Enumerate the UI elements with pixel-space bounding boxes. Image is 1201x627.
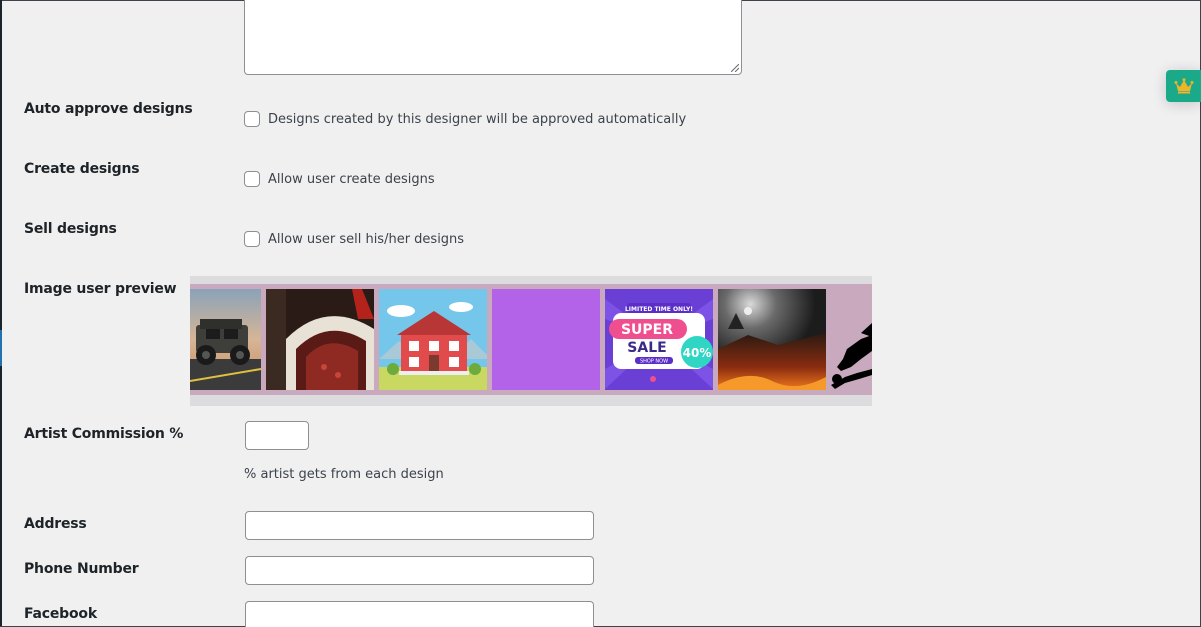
- super-sale-image[interactable]: LIMITED TIME ONLY! SUPER SALE 40% SHOP N…: [605, 289, 713, 390]
- jeep-image[interactable]: [190, 289, 261, 390]
- sale-cta-text: SHOP NOW: [640, 359, 668, 365]
- sale-top-text: LIMITED TIME ONLY!: [625, 306, 693, 313]
- create-designs-row[interactable]: Allow user create designs: [244, 171, 435, 187]
- artist-commission-help: % artist gets from each design: [244, 467, 444, 482]
- sale-line1-text: SUPER: [621, 322, 673, 338]
- sell-designs-checkbox[interactable]: [244, 231, 260, 247]
- phone-input[interactable]: [245, 556, 594, 585]
- scroll-indicator: [0, 330, 2, 366]
- facebook-label: Facebook: [24, 606, 97, 622]
- address-label: Address: [24, 516, 87, 532]
- artist-commission-label: Artist Commission %: [24, 426, 184, 442]
- premium-floating-tab[interactable]: [1166, 70, 1201, 102]
- facebook-input[interactable]: [245, 601, 594, 627]
- purple-swatch[interactable]: [492, 289, 600, 390]
- resize-handle-icon[interactable]: [731, 64, 739, 72]
- artist-commission-input[interactable]: [245, 421, 309, 450]
- bio-textarea[interactable]: [244, 0, 742, 75]
- sell-designs-label: Sell designs: [24, 221, 117, 237]
- address-input[interactable]: [245, 511, 594, 540]
- image-preview-gallery[interactable]: LIMITED TIME ONLY! SUPER SALE 40% SHOP N…: [190, 276, 872, 406]
- phone-label: Phone Number: [24, 561, 139, 577]
- sale-badge-text: 40%: [683, 346, 712, 360]
- sell-designs-text[interactable]: Allow user sell his/her designs: [268, 232, 464, 247]
- sale-line2-text: SALE: [627, 340, 666, 356]
- create-designs-checkbox[interactable]: [244, 171, 260, 187]
- create-designs-text[interactable]: Allow user create designs: [268, 172, 435, 187]
- create-designs-label: Create designs: [24, 161, 140, 177]
- halloween-night-image[interactable]: [718, 289, 826, 390]
- auto-approve-text[interactable]: Designs created by this designer will be…: [268, 112, 686, 127]
- red-house-image[interactable]: [379, 289, 487, 390]
- auto-approve-row[interactable]: Designs created by this designer will be…: [244, 111, 686, 127]
- auto-approve-checkbox[interactable]: [244, 111, 260, 127]
- witch-silhouette-image[interactable]: [831, 289, 872, 390]
- image-preview-label: Image user preview: [24, 281, 177, 297]
- crown-icon: [1174, 78, 1193, 94]
- auto-approve-label: Auto approve designs: [24, 101, 193, 117]
- window-left-border: [0, 0, 2, 627]
- sell-designs-row[interactable]: Allow user sell his/her designs: [244, 231, 464, 247]
- red-curtain-image[interactable]: [266, 289, 374, 390]
